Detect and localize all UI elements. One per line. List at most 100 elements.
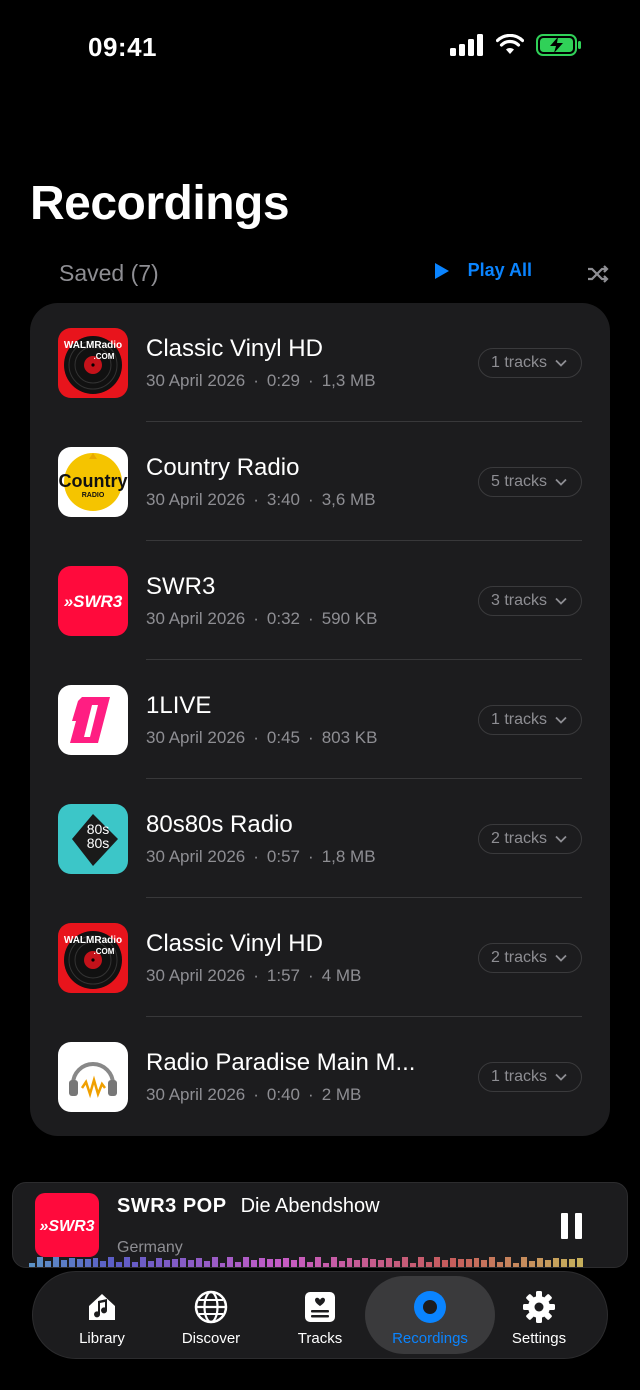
recording-row[interactable]: 80s 80s 80s80s Radio 30 April 2026 · 0:57 ·…	[30, 779, 610, 898]
waveform-bar	[552, 1258, 559, 1267]
recording-title: Radio Paradise Main M...	[146, 1049, 416, 1076]
waveform-bar	[529, 1261, 535, 1267]
waveform-bar	[92, 1257, 99, 1267]
waveform-bar	[44, 1261, 51, 1267]
waveform-bar	[211, 1257, 218, 1267]
waveform-bar	[513, 1262, 520, 1267]
recording-row[interactable]: Radio Paradise Main M... 30 April 2026 · 0…	[30, 1017, 610, 1136]
waveform-bar	[306, 1261, 313, 1267]
chevron-down-icon	[555, 359, 567, 367]
recordings-screen: 09:41 Recordings Saved (7) Play All WALM…	[0, 0, 640, 1390]
waveform-bar	[425, 1261, 432, 1267]
waveform-bar	[132, 1262, 139, 1267]
waveform-bar	[290, 1260, 297, 1267]
tracks-dropdown[interactable]: 2 tracks	[477, 943, 582, 973]
mini-player[interactable]: »SWR3 SWR3 POP Die Abendshow Germany	[12, 1182, 628, 1268]
recording-row[interactable]: »SWR3 SWR3 30 April 2026 · 0:32 · 590 KB 3 t…	[30, 541, 610, 660]
radio-paradise-logo	[58, 1042, 128, 1112]
waveform-bar	[60, 1260, 67, 1267]
waveform-bar	[560, 1258, 567, 1267]
tracks-dropdown[interactable]: 3 tracks	[477, 586, 582, 616]
wifi-icon	[496, 34, 524, 54]
waveform-bar	[68, 1258, 75, 1267]
audio-waveform	[29, 1255, 583, 1267]
svg-text:»SWR3: »SWR3	[39, 1218, 94, 1235]
waveform-bar	[275, 1259, 281, 1267]
recording-meta: 30 April 2026 · 0:57 · 1,8 MB	[146, 847, 376, 866]
tracks-dropdown[interactable]: 1 tracks	[477, 348, 582, 378]
waveform-bar	[124, 1257, 131, 1267]
waveform-bar	[298, 1257, 305, 1267]
waveform-bar	[338, 1261, 345, 1267]
waveform-bar	[544, 1259, 551, 1267]
recording-row[interactable]: WALMRadio .COM Classic Vinyl HD 30 April…	[30, 898, 610, 1017]
play-all-button[interactable]: Play All	[434, 260, 532, 281]
recording-row[interactable]: 1LIVE 30 April 2026 · 0:45 · 803 KB 1 tracks	[30, 660, 610, 779]
recording-meta: 30 April 2026 · 0:45 · 803 KB	[146, 728, 378, 747]
svg-text:.COM: .COM	[94, 947, 115, 956]
waveform-bar	[330, 1257, 337, 1267]
shuffle-icon[interactable]	[586, 262, 610, 286]
waveform-bar	[163, 1259, 170, 1267]
country-radio-logo: Country RADIO	[58, 447, 128, 517]
waveform-bar	[449, 1257, 456, 1267]
tracks-list-icon	[303, 1290, 337, 1324]
recording-size: 590 KB	[321, 609, 378, 628]
recording-duration: 0:45	[266, 728, 301, 747]
tab-tracks[interactable]: Tracks	[265, 1276, 375, 1354]
tab-settings[interactable]: Settings	[484, 1276, 594, 1354]
chevron-down-icon	[555, 716, 567, 724]
tab-recordings[interactable]: Recordings	[365, 1276, 495, 1354]
recording-duration: 0:32	[266, 609, 301, 628]
recording-size: 3,6 MB	[321, 490, 376, 509]
recording-date: 30 April 2026	[146, 609, 246, 628]
waveform-bar	[576, 1257, 583, 1267]
chevron-down-icon	[555, 478, 567, 486]
recording-size: 2 MB	[321, 1085, 362, 1104]
record-icon	[413, 1290, 447, 1324]
walm-radio-logo: WALMRadio .COM	[58, 328, 128, 398]
recording-meta: 30 April 2026 · 0:40 · 2 MB	[146, 1085, 362, 1104]
waveform-bar	[481, 1260, 488, 1267]
waveform-bar	[322, 1262, 329, 1267]
waveform-bar	[227, 1257, 234, 1267]
tab-label: Discover	[181, 1330, 241, 1347]
recording-size: 4 MB	[321, 966, 362, 985]
recording-date: 30 April 2026	[146, 847, 246, 866]
tracks-count: 3 tracks	[490, 592, 547, 609]
recording-meta: 30 April 2026 · 0:29 · 1,3 MB	[146, 371, 376, 390]
page-title: Recordings	[30, 177, 290, 230]
waveform-bar	[29, 1263, 35, 1267]
recording-date: 30 April 2026	[146, 371, 246, 390]
tab-discover[interactable]: Discover	[156, 1276, 266, 1354]
tab-library[interactable]: Library	[47, 1276, 157, 1354]
tracks-count: 1 tracks	[490, 1068, 547, 1085]
waveform-bar	[179, 1258, 186, 1267]
waveform-bar	[100, 1260, 107, 1267]
recording-duration: 0:29	[266, 371, 301, 390]
waveform-bar	[171, 1258, 178, 1267]
recording-duration: 1:57	[266, 966, 301, 985]
waveform-bar	[465, 1258, 472, 1267]
status-bar: 09:41	[0, 0, 640, 96]
waveform-bar	[410, 1262, 416, 1267]
waveform-bar	[108, 1257, 115, 1267]
recording-row[interactable]: Country RADIO Country Radio 30 April 202…	[30, 422, 610, 541]
recording-row[interactable]: WALMRadio .COM Classic Vinyl HD 30 April…	[30, 303, 610, 422]
waveform-bar	[386, 1257, 393, 1267]
tracks-dropdown[interactable]: 1 tracks	[477, 705, 582, 735]
recording-title: Classic Vinyl HD	[146, 930, 323, 957]
chevron-down-icon	[555, 954, 567, 962]
section-header: Saved (7) Play All	[30, 256, 610, 292]
tracks-dropdown[interactable]: 5 tracks	[477, 467, 582, 497]
recordings-list: WALMRadio .COM Classic Vinyl HD 30 April…	[30, 303, 610, 1136]
recording-meta: 30 April 2026 · 1:57 · 4 MB	[146, 966, 362, 985]
80s80s-logo: 80s 80s	[58, 804, 128, 874]
tracks-dropdown[interactable]: 2 tracks	[477, 824, 582, 854]
recording-duration: 0:57	[266, 847, 301, 866]
waveform-bar	[362, 1258, 369, 1267]
waveform-bar	[378, 1259, 385, 1267]
tracks-dropdown[interactable]: 1 tracks	[477, 1062, 582, 1092]
recording-size: 1,8 MB	[321, 847, 376, 866]
pause-button[interactable]	[561, 1213, 583, 1239]
